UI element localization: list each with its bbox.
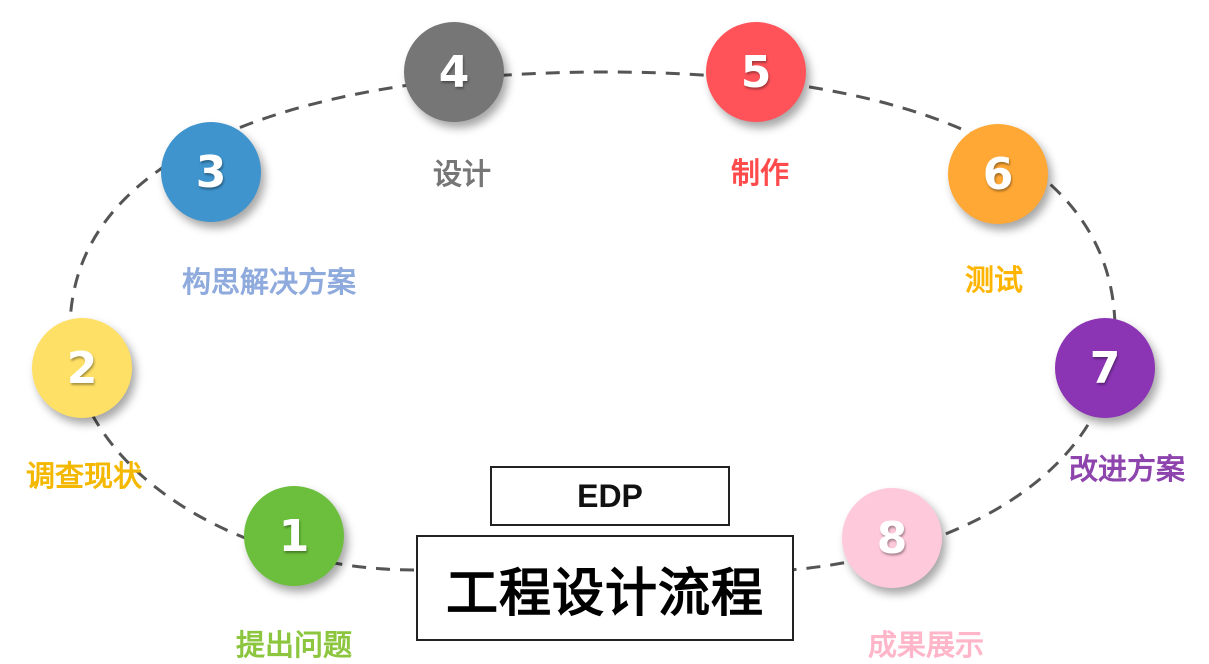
step-8-circle: 8 bbox=[842, 488, 942, 588]
step-6-number: 6 bbox=[982, 148, 1014, 200]
edp-box: EDP bbox=[490, 466, 730, 526]
step-7-circle: 7 bbox=[1055, 318, 1155, 418]
step-6-label: 测试 bbox=[964, 263, 1024, 297]
step-7-label: 改进方案 bbox=[1068, 452, 1186, 486]
step-2-label: 调查现状 bbox=[25, 459, 143, 493]
step-4-circle: 4 bbox=[404, 22, 504, 122]
step-3-number: 3 bbox=[195, 146, 227, 198]
step-6-circle: 6 bbox=[948, 124, 1048, 224]
edp-label: EDP bbox=[577, 477, 643, 514]
step-4-number: 4 bbox=[438, 46, 470, 98]
step-5-number: 5 bbox=[740, 46, 772, 98]
step-2-circle: 2 bbox=[32, 318, 132, 418]
step-7-number: 7 bbox=[1089, 342, 1121, 394]
step-1-circle: 1 bbox=[244, 486, 344, 586]
step-1-number: 1 bbox=[278, 510, 310, 562]
title-box: 工程设计流程 bbox=[416, 535, 794, 641]
step-4-label: 设计 bbox=[432, 157, 492, 191]
step-5-circle: 5 bbox=[706, 22, 806, 122]
step-3-label: 构思解决方案 bbox=[181, 265, 357, 299]
diagram-title: 工程设计流程 bbox=[445, 563, 764, 624]
step-8-label: 成果展示 bbox=[867, 628, 985, 662]
step-2-number: 2 bbox=[66, 342, 98, 394]
step-8-number: 8 bbox=[876, 512, 908, 564]
step-5-label: 制作 bbox=[730, 156, 790, 190]
step-1-label: 提出问题 bbox=[235, 628, 353, 662]
step-3-circle: 3 bbox=[161, 122, 261, 222]
